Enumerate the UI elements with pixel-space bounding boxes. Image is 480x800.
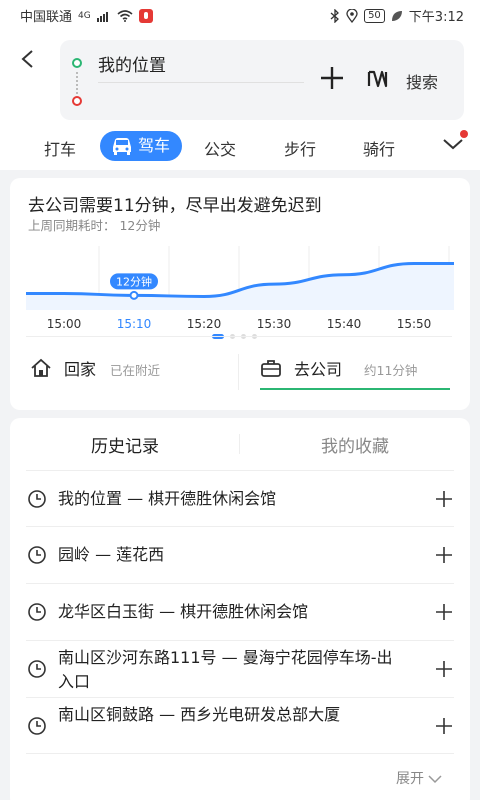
work-selected-indicator — [260, 388, 450, 390]
clock-icon — [28, 490, 46, 508]
clock-label: 下午3:12 — [408, 10, 464, 25]
commute-subtitle: 上周同期耗时： 12分钟 — [28, 218, 161, 233]
chart-point-highlight — [129, 290, 139, 300]
add-icon[interactable] — [434, 489, 454, 509]
add-icon[interactable] — [434, 716, 454, 736]
chevron-down-icon — [428, 775, 442, 784]
bluetooth-icon — [330, 8, 340, 23]
route-input-box: 我的位置 搜索 — [60, 40, 464, 120]
tab-drive[interactable]: 驾车 — [100, 131, 183, 161]
back-button[interactable] — [20, 46, 50, 76]
chart-area — [26, 263, 454, 310]
tab-history[interactable]: 历史记录 — [10, 432, 240, 457]
tab-bike[interactable]: 骑行 — [363, 136, 395, 160]
route-header: 我的位置 搜索 打车 驾车 公交 步行 骑行 — [0, 28, 480, 170]
carrier-label: 中国联通 — [20, 10, 73, 25]
add-icon[interactable] — [434, 545, 454, 565]
history-item[interactable]: 园岭 — 莲花西 — [26, 526, 454, 583]
swap-route-icon[interactable] — [366, 66, 392, 92]
origin-field[interactable]: 我的位置 — [98, 51, 166, 76]
clock-icon — [28, 603, 46, 621]
x-tick-label: 15:40 — [327, 317, 362, 331]
add-waypoint-button[interactable] — [318, 64, 346, 92]
history-item[interactable]: 我的位置 — 棋开德胜休闲会馆 — [26, 470, 454, 526]
clock-icon — [28, 546, 46, 564]
home-icon — [31, 358, 51, 377]
history-card: 历史记录 我的收藏 我的位置 — 棋开德胜休闲会馆 园岭 — 莲花西 龙华区白玉… — [10, 418, 470, 800]
signal-icon — [96, 11, 108, 22]
expand-label: 展开 — [396, 771, 424, 787]
history-item[interactable]: 南山区铜鼓路 — 西乡光电研发总部大厦 — [26, 697, 454, 754]
leaf-icon — [391, 10, 402, 21]
notification-dot — [460, 130, 468, 138]
commute-time-chart[interactable]: 12分钟 15:00 15:10 15:20 15:30 15:40 15:50 — [26, 246, 454, 336]
x-tick-label: 15:50 — [397, 317, 432, 331]
commute-title: 去公司需要11分钟，尽早出发避免迟到 — [28, 196, 322, 216]
commute-card: 去公司需要11分钟，尽早出发避免迟到 上周同期耗时： 12分钟 12分钟 15:… — [10, 178, 470, 410]
travel-mode-tabs: 打车 驾车 公交 步行 骑行 — [0, 128, 480, 168]
battery-icon: 50 — [364, 8, 385, 23]
tab-transit[interactable]: 公交 — [204, 136, 236, 160]
wifi-icon — [117, 9, 133, 22]
add-icon[interactable] — [434, 659, 454, 679]
chart-callout-label: 12分钟 — [116, 274, 152, 288]
home-label: 回家 — [64, 360, 97, 379]
history-item[interactable]: 龙华区白玉街 — 棋开德胜休闲会馆 — [26, 583, 454, 640]
card-divider — [26, 336, 452, 337]
quick-divider — [238, 354, 239, 390]
home-note: 已在附近 — [110, 363, 161, 378]
location-icon — [346, 8, 358, 23]
history-item-text: 我的位置 — 棋开德胜休闲会馆 — [58, 489, 277, 508]
tab-walk[interactable]: 步行 — [284, 136, 316, 160]
add-icon[interactable] — [434, 602, 454, 622]
work-label: 去公司 — [294, 360, 343, 379]
x-tick-label: 15:10 — [117, 317, 152, 331]
work-note: 约11分钟 — [364, 363, 418, 378]
clock-icon — [28, 717, 46, 735]
history-item-text: 南山区沙河东路111号 — 曼海宁花园停车场-出入口 — [58, 648, 393, 691]
briefcase-icon — [261, 360, 281, 377]
field-divider — [98, 82, 304, 83]
x-tick-label: 15:00 — [47, 317, 82, 331]
history-item-text: 园岭 — 莲花西 — [58, 545, 165, 564]
expand-button[interactable]: 展开 — [396, 768, 442, 788]
tab-taxi[interactable]: 打车 — [44, 136, 76, 160]
tab-drive-label: 驾车 — [138, 136, 171, 155]
mic-icon — [138, 8, 153, 23]
history-item-text: 南山区铜鼓路 — 西乡光电研发总部大厦 — [58, 705, 341, 724]
history-item[interactable]: 南山区沙河东路111号 — 曼海宁花园停车场-出入口 — [26, 640, 454, 697]
network-label: 4G — [78, 10, 91, 21]
chart-pager[interactable] — [212, 324, 263, 343]
status-bar: 中国联通 4G 50 下午3:12 — [0, 0, 480, 28]
car-icon — [113, 138, 131, 155]
end-point-icon — [72, 96, 82, 106]
tab-favorites[interactable]: 我的收藏 — [240, 432, 470, 457]
back-arrow-icon — [21, 50, 33, 68]
route-connector — [76, 72, 78, 94]
clock-icon — [28, 660, 46, 678]
start-point-icon — [72, 58, 82, 68]
search-button[interactable]: 搜索 — [406, 69, 438, 93]
destination-field[interactable] — [98, 88, 304, 112]
history-item-text: 龙华区白玉街 — 棋开德胜休闲会馆 — [58, 602, 309, 621]
